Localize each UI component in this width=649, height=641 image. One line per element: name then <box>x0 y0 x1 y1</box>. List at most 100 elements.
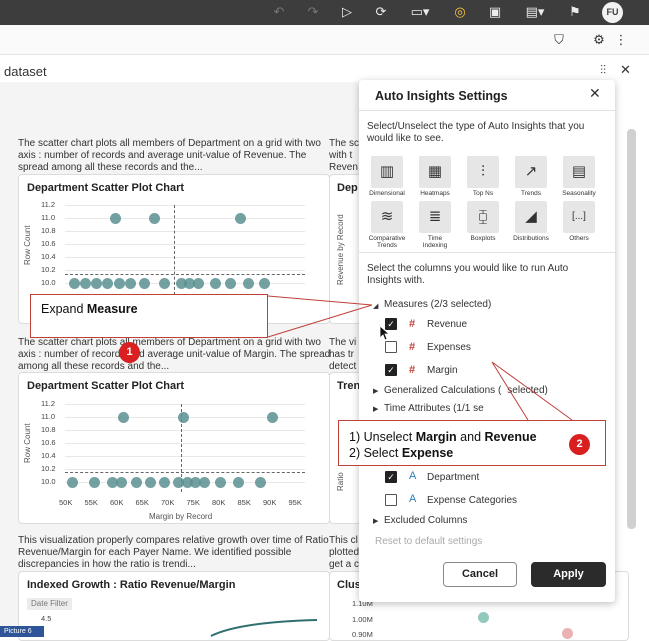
data-point[interactable] <box>139 278 150 289</box>
indexed-growth-card[interactable]: Indexed Growth : Ratio Revenue/Margin Da… <box>18 571 330 641</box>
data-point[interactable] <box>131 477 142 488</box>
growth-line <box>210 619 318 637</box>
data-point[interactable] <box>259 278 270 289</box>
data-point[interactable] <box>69 278 80 289</box>
insight-type-comparative-trends[interactable]: ≋ Comparative Trends <box>367 201 407 249</box>
cancel-button[interactable]: Cancel <box>443 562 517 587</box>
y-tick: 10.4 <box>41 451 56 460</box>
margin-checkbox[interactable]: ✓ <box>385 364 397 376</box>
refresh-data-icon[interactable]: ⟳ <box>372 3 390 21</box>
average-line <box>65 274 305 275</box>
data-point[interactable] <box>149 213 160 224</box>
data-point[interactable] <box>89 477 100 488</box>
insight-type-others[interactable]: [...] Others <box>559 201 599 242</box>
insight-type-top-ns[interactable]: ⫶ Top Ns <box>463 156 503 197</box>
excluded-columns-header[interactable]: Excluded Columns <box>384 515 467 526</box>
measure-hash-icon: # <box>409 341 416 353</box>
expand-right-icon[interactable]: ▶ <box>373 517 378 525</box>
close-icon[interactable]: ✕ <box>620 62 631 78</box>
comment-icon[interactable]: ▭▾ <box>406 3 434 21</box>
close-icon[interactable]: ✕ <box>589 85 601 102</box>
more-menu-icon[interactable]: ⋮ <box>612 31 630 49</box>
divider <box>359 110 615 111</box>
expense-categories-checkbox[interactable] <box>385 494 397 506</box>
card-title: Department Scatter Plot Chart <box>27 380 185 392</box>
card-title: Dep <box>337 182 358 194</box>
save-icon[interactable]: ▤▾ <box>520 3 550 21</box>
data-point[interactable] <box>80 278 91 289</box>
data-point[interactable] <box>255 477 266 488</box>
insight-type-label: Comparative Trends <box>368 235 406 249</box>
y-tick: 11.2 <box>41 200 56 209</box>
data-point[interactable] <box>145 477 156 488</box>
apply-button[interactable]: Apply <box>531 562 606 587</box>
callout-select-expense: 1) Unselect Margin and Revenue 2) Select… <box>338 420 606 466</box>
average-line <box>65 472 305 473</box>
right-description: The sc with t Reven <box>329 138 360 173</box>
data-point[interactable] <box>110 213 121 224</box>
settings-sliders-icon[interactable]: ⫶⫶ <box>600 63 606 78</box>
time-attributes-header[interactable]: Time Attributes (1/1 se <box>384 403 484 414</box>
insight-type-dimensional[interactable]: ▥ Dimensional <box>367 156 407 197</box>
insight-type-boxplots[interactable]: ⧮ Boxplots <box>463 201 503 242</box>
scatter-card-margin[interactable]: Department Scatter Plot Chart Row Count … <box>18 372 330 524</box>
measure-label: Expenses <box>427 342 471 353</box>
data-point[interactable] <box>159 278 170 289</box>
play-icon[interactable]: ▷ <box>338 3 356 21</box>
data-point[interactable] <box>159 477 170 488</box>
y-tick: 0.90M <box>352 630 373 639</box>
y-tick: 11.0 <box>41 213 56 222</box>
data-point[interactable] <box>116 477 127 488</box>
undo-icon[interactable]: ↶ <box>270 3 288 21</box>
redo-icon[interactable]: ↷ <box>304 3 322 21</box>
data-point[interactable] <box>193 278 204 289</box>
data-point[interactable] <box>118 412 129 423</box>
data-point[interactable] <box>178 412 189 423</box>
insight-type-heatmaps[interactable]: ▦ Heatmaps <box>415 156 455 197</box>
department-checkbox[interactable]: ✓ <box>385 471 397 483</box>
y-tick: 10.8 <box>41 425 56 434</box>
avatar[interactable]: FU <box>602 2 623 23</box>
filter-icon[interactable]: ⛉ <box>550 31 568 49</box>
data-point[interactable] <box>114 278 125 289</box>
data-point[interactable] <box>235 213 246 224</box>
data-point[interactable] <box>67 477 78 488</box>
step-badge-1: 1 <box>119 342 140 363</box>
insight-type-trends[interactable]: ↗ Trends <box>511 156 551 197</box>
data-point[interactable] <box>243 278 254 289</box>
data-point[interactable] <box>210 278 221 289</box>
grammar-icon[interactable]: ⚙ <box>590 31 608 49</box>
expenses-checkbox[interactable] <box>385 341 397 353</box>
insight-type-time-indexing[interactable]: ≣ Time Indexing <box>415 201 455 249</box>
x-tick: 70K <box>161 498 175 507</box>
data-point[interactable] <box>91 278 102 289</box>
insights-bulb-icon[interactable]: ◎ <box>451 3 469 21</box>
expand-right-icon[interactable]: ▶ <box>373 387 378 395</box>
insight-type-distributions[interactable]: ◢ Distributions <box>511 201 551 242</box>
reset-defaults-link[interactable]: Reset to default settings <box>375 536 482 547</box>
expand-right-icon[interactable]: ▶ <box>373 405 378 413</box>
bookmark-icon[interactable]: ⚑ <box>566 3 584 21</box>
data-point[interactable] <box>562 628 573 639</box>
data-point[interactable] <box>102 278 113 289</box>
measures-section-header[interactable]: Measures (2/3 selected) <box>384 299 491 310</box>
data-point[interactable] <box>199 477 210 488</box>
y-tick: 10.6 <box>41 438 56 447</box>
data-point[interactable] <box>233 477 244 488</box>
insight-type-label: Time Indexing <box>422 235 448 249</box>
canvas-scrollbar[interactable] <box>627 129 636 529</box>
expand-down-icon[interactable]: ◢ <box>373 302 378 310</box>
date-filter-chip[interactable]: Date Filter <box>27 598 72 610</box>
insight-type-seasonality[interactable]: ▤ Seasonality <box>559 156 599 197</box>
gridline <box>65 456 305 457</box>
data-point[interactable] <box>215 477 226 488</box>
data-point[interactable] <box>267 412 278 423</box>
generalized-calculations-header[interactable]: Generalized Calculations (selected) <box>384 385 548 396</box>
attribute-a-icon: A <box>409 470 417 482</box>
y-tick: 11.2 <box>41 399 56 408</box>
present-icon[interactable]: ▣ <box>486 3 504 21</box>
data-point[interactable] <box>478 612 489 623</box>
data-point[interactable] <box>225 278 236 289</box>
data-point[interactable] <box>125 278 136 289</box>
page-title: dataset <box>4 64 47 79</box>
